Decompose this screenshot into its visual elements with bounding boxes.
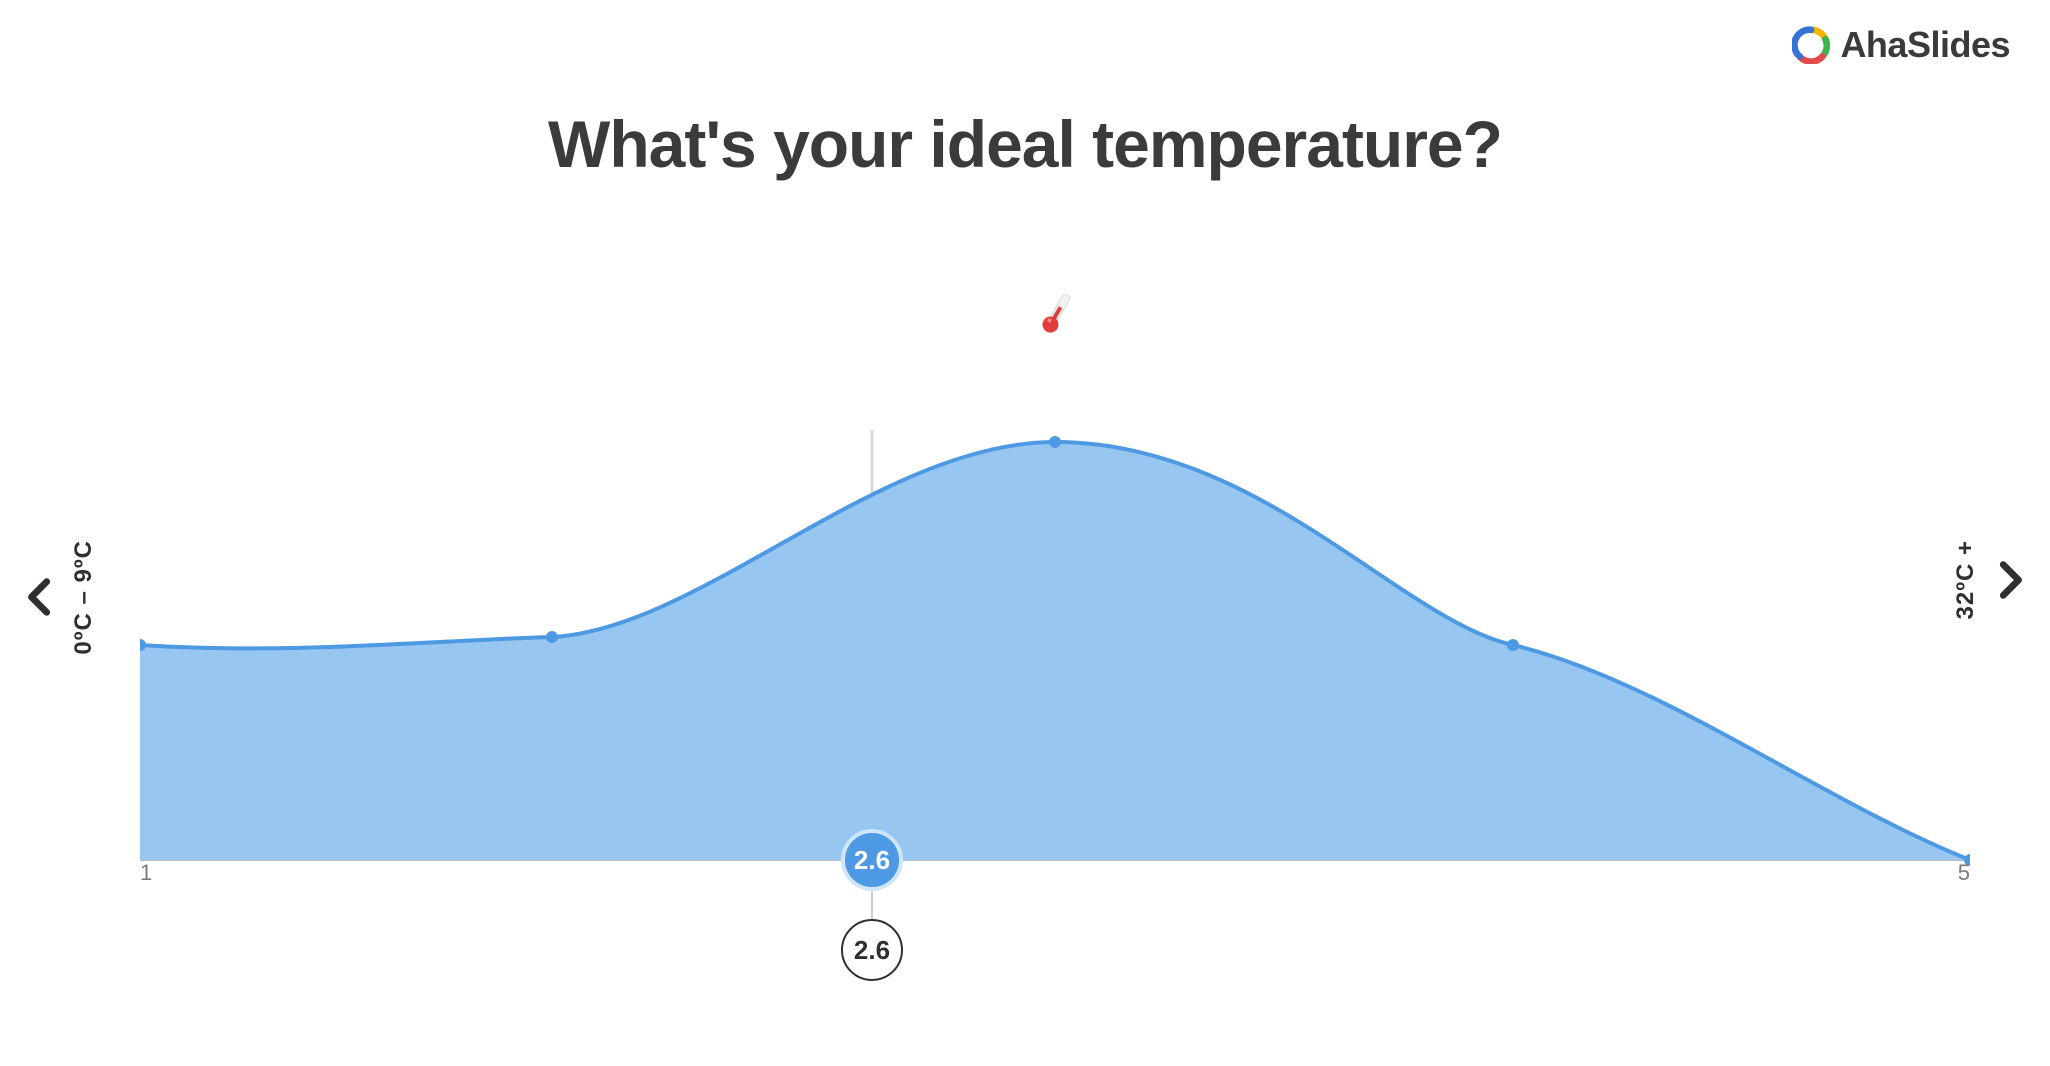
mean-value-badge-secondary: 2.6	[841, 919, 903, 981]
mean-connector	[871, 891, 873, 919]
ahaslides-logo-icon	[1792, 26, 1830, 64]
axis-min-extreme-label: 0ºC – 9ºC	[70, 540, 98, 655]
brand-logo: AhaSlides	[1792, 24, 2010, 66]
x-tick-min: 1	[140, 860, 152, 880]
brand-name: AhaSlides	[1840, 24, 2010, 66]
mean-marker: 2.62.6	[841, 829, 903, 981]
slide-title: What's your ideal temperature?	[0, 106, 2050, 182]
area-fill	[140, 442, 1970, 860]
x-tick-max: 5	[1958, 860, 1970, 880]
next-slide-button[interactable]	[1986, 557, 2032, 603]
previous-slide-button[interactable]	[18, 574, 64, 620]
mean-value-badge: 2.6	[841, 829, 903, 891]
thermometer-icon	[1035, 290, 1077, 345]
distribution-chart: 1 5 2.62.6	[140, 430, 1970, 880]
